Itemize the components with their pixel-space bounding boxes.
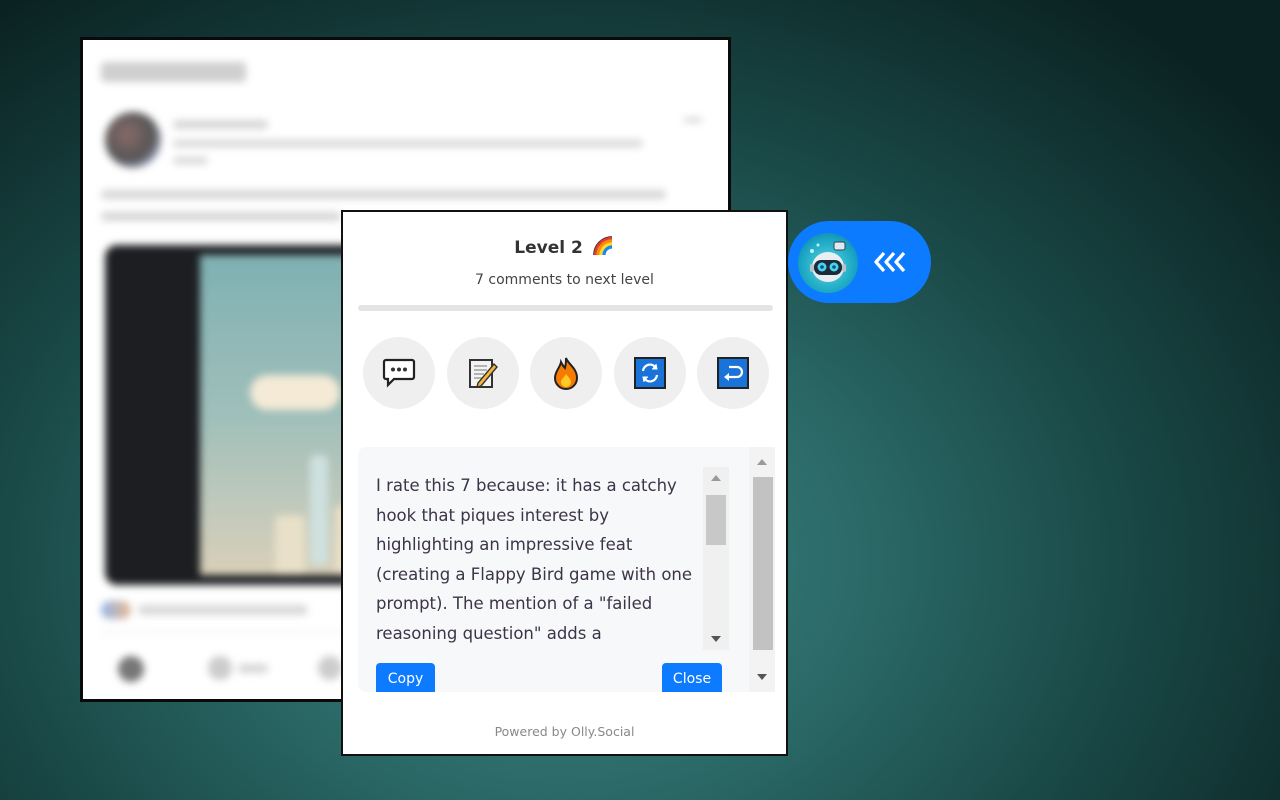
hot-take-button[interactable]	[530, 337, 602, 409]
background-like-label	[238, 664, 268, 673]
level-title: Level 2	[514, 238, 583, 258]
background-comment-icon	[318, 656, 342, 680]
speech-bubble-icon	[382, 358, 416, 388]
background-author-name	[173, 120, 268, 129]
olly-panel: Level 2 7 comments to next level I rate …	[341, 210, 788, 756]
comment-button[interactable]	[363, 337, 435, 409]
background-post-text-line	[101, 212, 341, 221]
copy-button[interactable]: Copy	[376, 663, 435, 692]
action-buttons	[363, 337, 769, 409]
level-subtitle: 7 comments to next level	[475, 272, 654, 288]
background-post-meta	[173, 157, 208, 164]
scroll-down-arrow-icon[interactable]	[711, 636, 721, 642]
close-button[interactable]: Close	[662, 663, 722, 692]
reply-button[interactable]	[697, 337, 769, 409]
refresh-icon	[633, 357, 666, 389]
rainbow-icon	[592, 236, 612, 256]
scrollbar-thumb[interactable]	[753, 477, 773, 650]
powered-by-footer: Powered by Olly.Social	[494, 724, 635, 739]
olly-launcher-toggle[interactable]	[788, 221, 931, 303]
background-author-headline	[173, 140, 643, 147]
background-more-icon	[684, 118, 702, 122]
robot-avatar-icon	[798, 233, 858, 293]
response-text[interactable]: I rate this 7 because: it has a catchy h…	[376, 471, 706, 656]
scroll-down-arrow-icon[interactable]	[757, 674, 767, 680]
return-arrow-icon	[717, 357, 749, 389]
scroll-up-arrow-icon[interactable]	[757, 459, 767, 465]
response-box: I rate this 7 because: it has a catchy h…	[358, 447, 775, 692]
memo-pencil-icon	[468, 359, 498, 388]
background-reaction-icons	[101, 601, 131, 619]
response-box-scrollbar[interactable]	[749, 447, 775, 692]
background-profile-reaction-icon	[118, 656, 144, 682]
scroll-up-arrow-icon[interactable]	[711, 475, 721, 481]
level-progress-bar	[358, 305, 773, 311]
triple-chevron-left-icon	[874, 251, 906, 273]
background-post-text-line	[101, 190, 666, 199]
regenerate-button[interactable]	[613, 337, 686, 409]
background-author-avatar	[105, 112, 161, 168]
background-post-heading	[101, 62, 246, 82]
write-comment-button[interactable]	[446, 337, 519, 409]
level-heading: Level 2	[343, 236, 786, 258]
response-text-scrollbar[interactable]	[703, 467, 729, 650]
background-reactions-text	[138, 605, 308, 615]
background-like-icon	[208, 656, 232, 680]
scrollbar-thumb[interactable]	[706, 495, 726, 545]
fire-icon	[553, 357, 579, 390]
